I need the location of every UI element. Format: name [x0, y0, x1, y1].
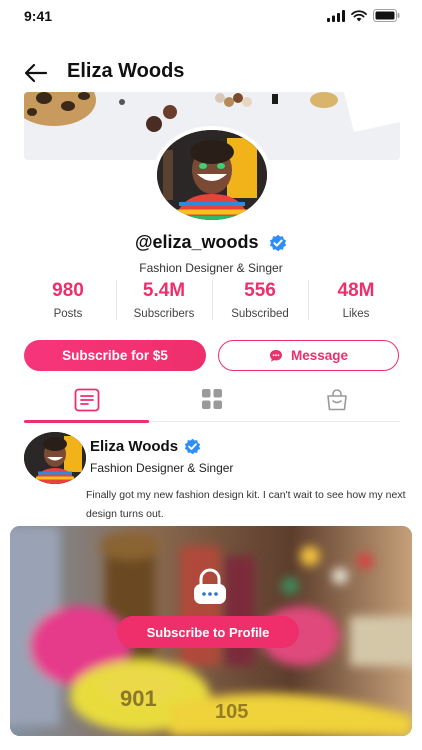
stat-value: 5.4M [142, 280, 186, 301]
status-icons [327, 9, 400, 22]
verified-badge-icon [184, 438, 201, 455]
battery-icon [373, 9, 400, 22]
stat-likes[interactable]: 48M Likes [308, 278, 404, 326]
back-arrow-icon[interactable] [22, 61, 50, 85]
post-author[interactable]: Eliza Woods [90, 438, 178, 455]
document-icon [74, 388, 100, 412]
post-author-subtitle: Fashion Designer & Singer [90, 461, 234, 475]
stat-label: Subscribers [133, 308, 195, 320]
post-avatar[interactable] [24, 432, 86, 484]
profile-avatar [153, 126, 271, 224]
tab-grid[interactable] [149, 384, 274, 421]
message-label: Message [290, 348, 349, 363]
stat-label: Likes [342, 308, 370, 320]
profile-handle: @eliza_woods [134, 232, 259, 252]
stat-value: 48M [337, 280, 375, 301]
stat-value: 980 [52, 280, 84, 301]
stat-subscribers[interactable]: 5.4M Subscribers [116, 278, 212, 326]
stat-posts[interactable]: 980 Posts [20, 278, 116, 326]
top-nav: Eliza Woods [0, 55, 422, 91]
svg-text:105: 105 [215, 701, 248, 723]
content-tabs [24, 384, 400, 423]
stat-label: Posts [53, 308, 83, 320]
wifi-icon [351, 9, 367, 21]
tab-shop[interactable] [275, 384, 400, 421]
bag-icon [327, 389, 348, 411]
signal-icon [327, 9, 345, 22]
message-button[interactable]: Message [218, 340, 399, 371]
status-time: 9:41 [24, 8, 53, 24]
stat-value: 556 [244, 280, 276, 301]
chat-bubble-icon [269, 349, 282, 362]
tab-posts[interactable] [24, 384, 150, 423]
status-bar: 9:41 [0, 0, 422, 34]
post-author-row: Eliza Woods [90, 438, 201, 455]
stat-label: Subscribed [231, 308, 289, 320]
profile-bio: Fashion Designer & Singer [139, 261, 283, 275]
stat-subscribed[interactable]: 556 Subscribed [212, 278, 308, 326]
profile-stats: 980 Posts 5.4M Subscribers 556 Subscribe… [20, 278, 404, 326]
verified-badge-icon [269, 234, 287, 251]
grid-icon [201, 389, 222, 409]
svg-text:901: 901 [120, 686, 157, 711]
handle-row: @eliza_woods [0, 232, 422, 253]
post-text: Finally got my new fashion design kit. I… [86, 489, 406, 520]
subscribe-button[interactable]: Subscribe for $5 [24, 340, 206, 371]
page-title: Eliza Woods [67, 60, 185, 82]
subscribe-to-profile-button[interactable]: Subscribe to Profile [117, 616, 299, 648]
lock-icon [194, 568, 226, 604]
